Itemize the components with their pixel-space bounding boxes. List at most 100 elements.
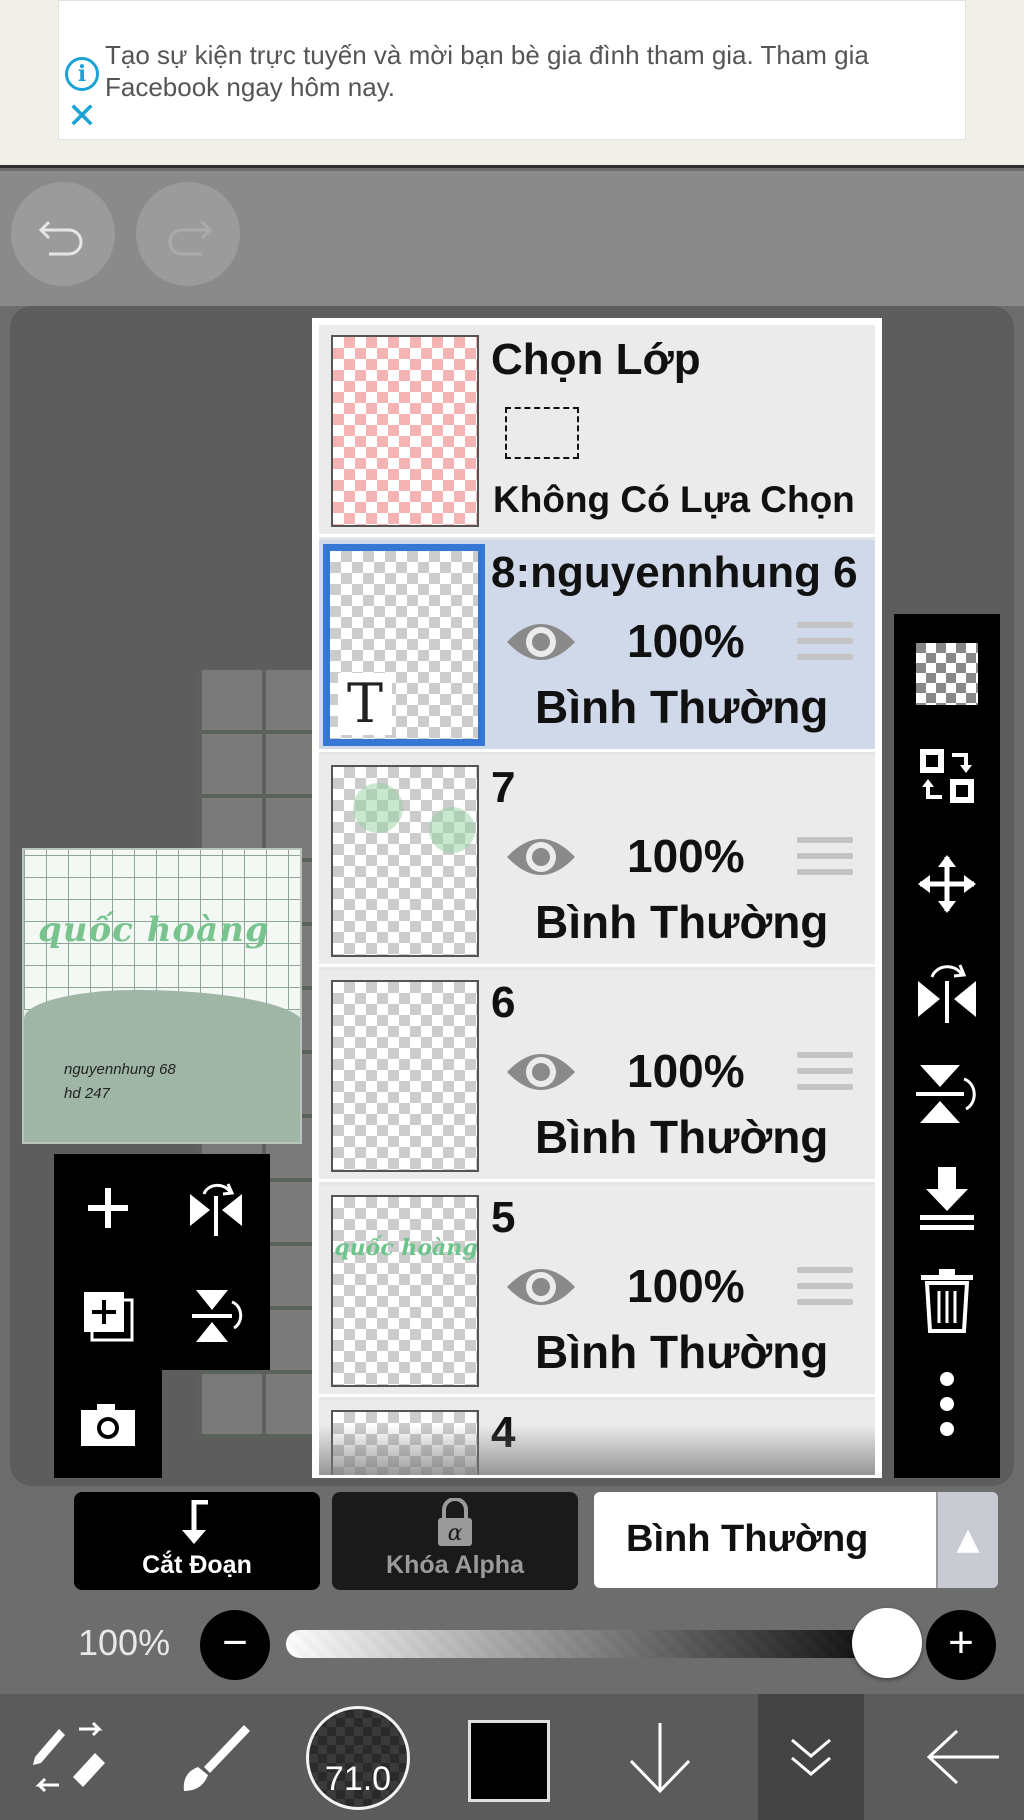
- undo-button[interactable]: [11, 182, 115, 286]
- layer-name: 5: [491, 1193, 516, 1242]
- layer-opacity: 100%: [627, 1045, 745, 1097]
- merge-down-button[interactable]: [894, 1148, 1000, 1248]
- opacity-slider[interactable]: [286, 1630, 886, 1658]
- arrow-down-icon: [629, 1723, 691, 1794]
- transparent-layer-button[interactable]: [894, 624, 1000, 724]
- layer-row[interactable]: 6 100% Bình Thường: [319, 970, 875, 1182]
- layers-panel: Chọn Lớp Không Có Lựa Chọn T 8:nguyennhu…: [312, 318, 882, 1478]
- swap-icon: [920, 749, 974, 803]
- brush-size-indicator[interactable]: 71.0: [306, 1706, 410, 1810]
- layer-name: 6: [491, 978, 516, 1027]
- eye-icon[interactable]: [503, 1257, 579, 1317]
- info-icon[interactable]: i: [65, 57, 99, 91]
- selection-thumbnail: [331, 335, 479, 527]
- camera-icon: [81, 1404, 135, 1446]
- lock-icon: α: [438, 1498, 472, 1546]
- tool-switch-button[interactable]: [14, 1694, 124, 1820]
- eye-icon[interactable]: [503, 612, 579, 672]
- layer-opacity: 100%: [627, 1260, 745, 1312]
- flip-vertical-button[interactable]: [894, 1044, 1000, 1144]
- scroll-fade: [319, 1425, 875, 1475]
- plus-icon: [88, 1188, 128, 1228]
- move-icon: [918, 855, 976, 913]
- brush-tool-button[interactable]: [164, 1694, 264, 1820]
- alpha-lock-label: Khóa Alpha: [386, 1551, 524, 1579]
- undo-icon: [38, 220, 83, 256]
- layer-blend-mode: Bình Thường: [535, 1111, 829, 1163]
- navigator-preview[interactable]: quốc hoàng nguyennhung 68 hd 247: [22, 848, 302, 1144]
- trash-icon: [921, 1269, 973, 1333]
- opacity-label: 100%: [78, 1622, 171, 1663]
- add-layer-button[interactable]: [54, 1154, 162, 1262]
- flip-horizontal-button[interactable]: [894, 940, 1000, 1040]
- layer-blend-mode: Bình Thường: [535, 896, 829, 948]
- layer-blend-mode: Bình Thường: [535, 681, 829, 733]
- camera-panel: [54, 1370, 162, 1478]
- layer-tools-panel: [54, 1154, 270, 1370]
- move-layer-button[interactable]: [894, 834, 1000, 934]
- opacity-decrease-button[interactable]: −: [200, 1610, 270, 1680]
- flip-vertical-icon: [192, 1290, 243, 1342]
- opacity-increase-button[interactable]: +: [926, 1610, 996, 1680]
- clipping-icon: [182, 1500, 208, 1544]
- thumb-spot: [353, 783, 403, 833]
- layer-name: 8:nguyennhung 6: [491, 548, 858, 597]
- flip-horizontal-icon: [918, 964, 976, 1023]
- layer-thumbnail: [331, 980, 479, 1172]
- back-button[interactable]: [910, 1694, 1016, 1820]
- preview-line1: nguyennhung 68: [64, 1061, 176, 1078]
- preview-text: nguyennhung 68 hd 247: [64, 1058, 176, 1106]
- chevron-up-icon[interactable]: ▲: [936, 1492, 998, 1588]
- thumb-text: quốc hoàng: [334, 1235, 478, 1261]
- flip-vertical-icon: [916, 1065, 976, 1123]
- delete-layer-button[interactable]: [894, 1250, 1000, 1350]
- duplicate-icon: [84, 1292, 134, 1342]
- preview-title: quốc hoàng: [38, 910, 270, 950]
- more-options-button[interactable]: [894, 1354, 1000, 1454]
- checker-icon: [916, 643, 978, 705]
- drag-handle-icon[interactable]: [797, 1267, 853, 1311]
- selection-title: Chọn Lớp: [491, 335, 701, 384]
- arrow-down-button[interactable]: [610, 1694, 710, 1820]
- ad-text[interactable]: Tạo sự kiện trực tuyến và mời bạn bè gia…: [105, 39, 925, 103]
- layer-blend-mode: Bình Thường: [535, 1326, 829, 1378]
- layers-menu-button[interactable]: [758, 1694, 864, 1820]
- redo-icon: [168, 220, 213, 256]
- clipping-button[interactable]: Cắt Đoạn: [74, 1492, 320, 1590]
- drag-handle-icon[interactable]: [797, 1052, 853, 1096]
- flip-horizontal-layer-button[interactable]: [162, 1154, 270, 1262]
- color-swatch[interactable]: [468, 1720, 550, 1802]
- selection-layer-row[interactable]: Chọn Lớp Không Có Lựa Chọn: [319, 325, 875, 537]
- drag-handle-icon[interactable]: [797, 837, 853, 881]
- duplicate-layer-button[interactable]: [54, 1262, 162, 1370]
- svg-text:α: α: [448, 1521, 463, 1546]
- redo-button[interactable]: [136, 182, 240, 286]
- flip-vertical-layer-button[interactable]: [162, 1262, 270, 1370]
- double-chevron-down-icon: [791, 1738, 831, 1776]
- drag-handle-icon[interactable]: [797, 622, 853, 666]
- more-vert-icon: [940, 1372, 954, 1436]
- layer-row[interactable]: quốc hoàng 5 100% Bình Thường: [319, 1185, 875, 1397]
- layer-row[interactable]: 7 100% Bình Thường: [319, 755, 875, 967]
- ad-box[interactable]: i ✕ Tạo sự kiện trực tuyến và mời bạn bè…: [58, 0, 966, 140]
- text-layer-icon: T: [338, 673, 392, 735]
- brush-icon: [183, 1725, 250, 1791]
- layer-opacity: 100%: [627, 830, 745, 882]
- clipping-label: Cắt Đoạn: [142, 1551, 252, 1579]
- swap-layers-button[interactable]: [894, 726, 1000, 826]
- bottom-toolbar: 71.0: [0, 1694, 1024, 1820]
- ad-banner: i ✕ Tạo sự kiện trực tuyến và mời bạn bè…: [0, 0, 1024, 168]
- opacity-slider-knob[interactable]: [852, 1608, 922, 1678]
- close-icon[interactable]: ✕: [65, 99, 99, 135]
- layers-list[interactable]: Chọn Lớp Không Có Lựa Chọn T 8:nguyennhu…: [319, 325, 875, 1475]
- eye-icon[interactable]: [503, 1042, 579, 1102]
- layer-row[interactable]: T 8:nguyennhung 6 100% Bình Thường: [319, 540, 875, 752]
- blend-mode-select[interactable]: Bình Thường ▲: [594, 1492, 998, 1588]
- layer-thumbnail: T: [323, 544, 485, 746]
- eye-icon[interactable]: [503, 827, 579, 887]
- camera-button[interactable]: [54, 1370, 162, 1478]
- alpha-lock-button[interactable]: α Khóa Alpha: [332, 1492, 578, 1590]
- layer-name: 7: [491, 763, 516, 812]
- opacity-row: 100% − +: [0, 1600, 1024, 1686]
- brush-size-value: 71.0: [324, 1760, 392, 1798]
